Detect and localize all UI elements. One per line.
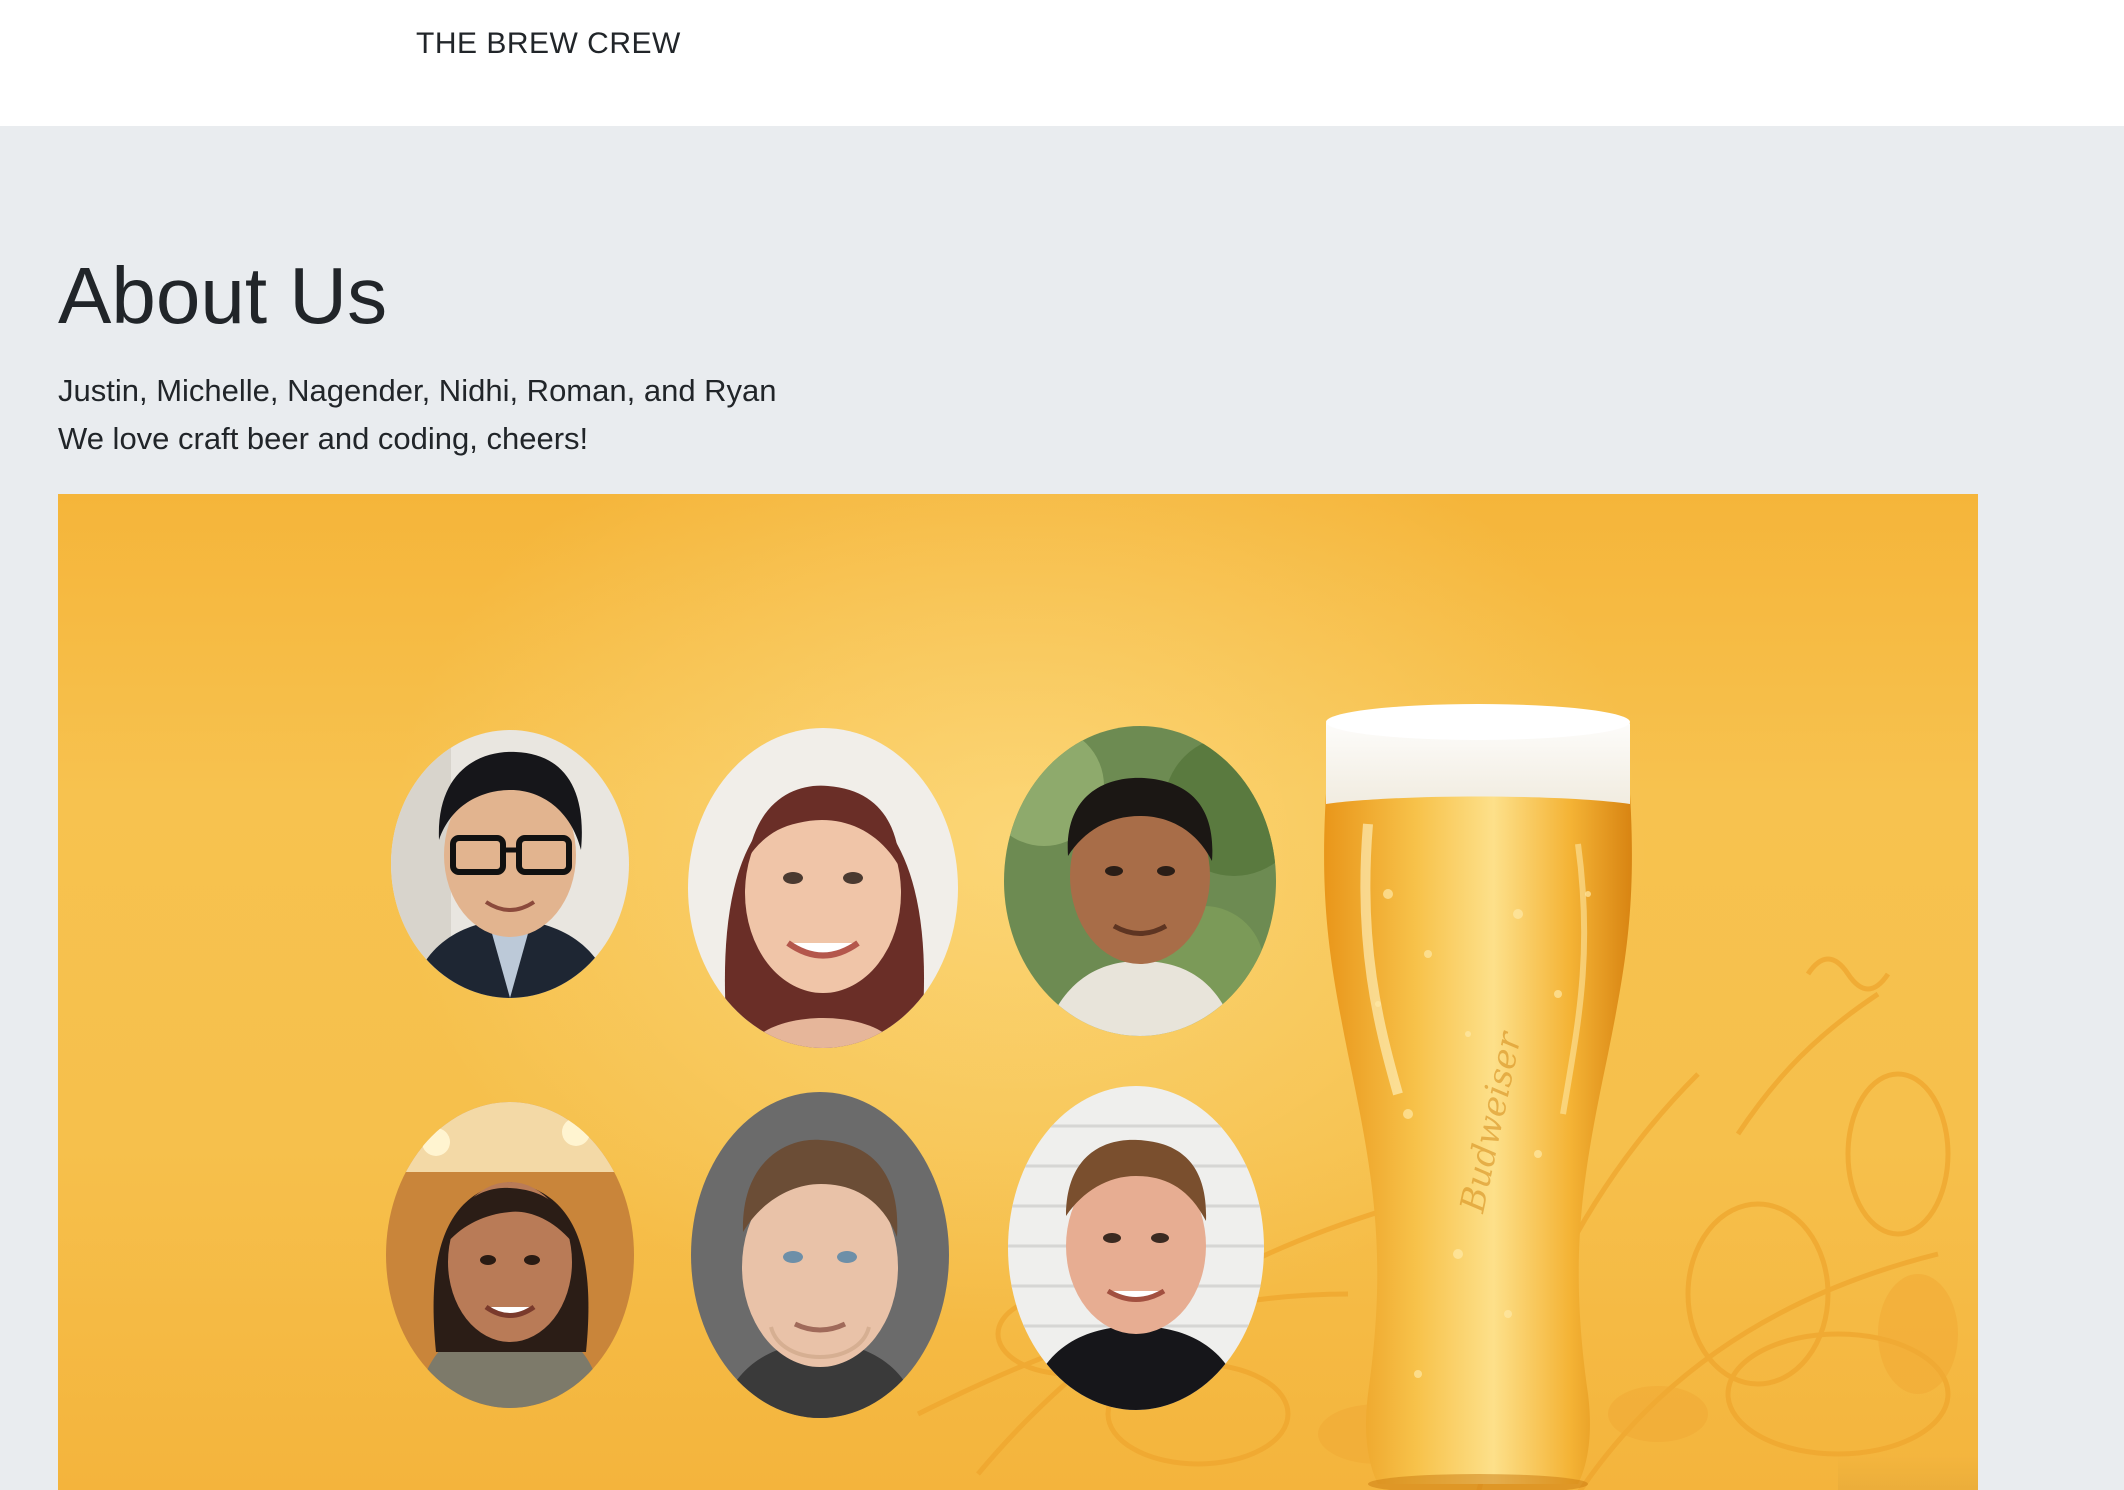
beer-glass-image: Budweiser [1324,704,1632,1490]
team-photo-nidhi [386,1102,634,1408]
team-photo-nagender [1004,726,1276,1036]
brand-link[interactable]: THE BREW CREW [416,24,681,64]
navbar: THE BREW CREW [0,0,2124,126]
team-photo-ryan [1008,1086,1264,1410]
about-jumbotron: About Us Justin, Michelle, Nagender, Nid… [0,126,2124,1490]
team-names-text: Justin, Michelle, Nagender, Nidhi, Roman… [58,373,777,408]
team-photo-banner: Budweiser [58,494,1978,1490]
team-photo-justin [391,730,629,998]
scroll-shadow [1838,1454,1978,1490]
page-title: About Us [58,251,388,340]
team-photo-roman [691,1092,949,1418]
tagline-text: We love craft beer and coding, cheers! [58,421,589,456]
team-photo-michelle [688,728,958,1048]
